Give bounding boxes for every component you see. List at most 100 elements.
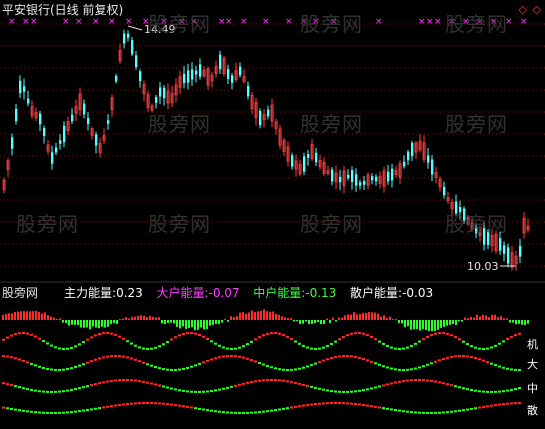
energy-bar [386,317,388,320]
energy-dash [30,333,33,336]
energy-dash [442,332,445,335]
energy-dash [202,408,205,411]
energy-dash [2,338,5,341]
energy-dash [22,359,25,362]
energy-dash [58,368,61,371]
energy-bar [515,320,517,325]
energy-bar [260,310,262,320]
energy-dash [250,381,253,384]
energy-dash [362,357,365,360]
energy-dash [110,405,113,408]
high-pointer [127,25,143,31]
energy-dash [494,344,497,347]
energy-dash [14,333,17,336]
energy-dash [398,347,401,350]
energy-bar [218,320,220,325]
energy-bar [128,318,130,320]
energy-dash [414,379,417,382]
energy-dash [474,389,477,392]
candle-body-down [507,247,510,264]
energy-panel[interactable] [2,309,529,414]
energy-bar [302,320,304,324]
energy-dash [110,379,113,382]
scroll-up-icon[interactable]: ◇ [519,3,527,17]
energy-dash [486,390,489,393]
energy-dash [370,387,373,390]
candle-body-down [375,176,378,182]
energy-dash [390,382,393,385]
energy-dash [290,368,293,371]
energy-dash [390,346,393,349]
energy-dash [230,411,233,414]
energy-dash [410,344,413,347]
energy-dash [306,404,309,407]
scroll-down-icon[interactable]: ◇ [533,3,541,17]
energy-dash [466,388,469,391]
energy-dash [454,355,457,358]
energy-dash [462,409,465,412]
energy-dash [202,335,205,338]
energy-dash [518,332,521,335]
candle-body-down [155,97,158,103]
energy-bar [473,317,475,320]
energy-bar [299,320,301,324]
energy-bar [176,320,178,327]
energy-dash [38,365,41,368]
candle-body-down [387,171,390,182]
energy-dash [382,342,385,345]
energy-dash [454,336,457,339]
energy-dash [14,357,17,360]
energy-bar [305,320,307,322]
energy-dash [518,402,521,405]
energy-dash [214,389,217,392]
energy-dash [254,360,257,363]
energy-bar [212,320,214,325]
candle-body-down [199,64,202,77]
energy-dash [42,366,45,369]
energy-dash [330,357,333,360]
energy-dash [114,333,117,336]
energy-dash [94,334,97,337]
energy-dash [430,411,433,414]
energy-bar [71,320,73,325]
energy-dash [6,407,9,410]
energy-dash [58,347,61,350]
energy-dash [346,390,349,393]
energy-dash [66,411,69,414]
energy-dash [182,332,185,335]
energy-dash [82,363,85,366]
energy-dash [374,386,377,389]
energy-dash [190,332,193,335]
energy-dash [246,343,249,346]
energy-bar [164,320,166,324]
energy-bar [425,320,427,331]
energy-dash [26,361,29,364]
energy-dash [398,409,401,412]
energy-dash [158,402,161,405]
energy-dash [66,368,69,371]
energy-dash [502,390,505,393]
energy-dash [130,342,133,345]
energy-dash [342,390,345,393]
energy-bar [449,320,451,325]
candle-body-down [259,110,262,126]
energy-dash [74,345,77,348]
energy-bar [32,311,34,320]
energy-dash [306,384,309,387]
energy-dash [514,368,517,371]
energy-dash [394,381,397,384]
candle-body-down [139,71,142,82]
energy-dash [22,332,25,335]
energy-dash [334,340,337,343]
energy-dash [246,381,249,384]
energy-dash [442,411,445,414]
energy-dash [414,411,417,414]
energy-dash [122,355,125,358]
energy-bar [329,320,331,324]
energy-bar [77,320,79,326]
energy-dash [122,337,125,340]
energy-bar [338,317,340,320]
energy-dash [50,368,53,371]
energy-dash [430,379,433,382]
energy-dash [218,410,221,413]
